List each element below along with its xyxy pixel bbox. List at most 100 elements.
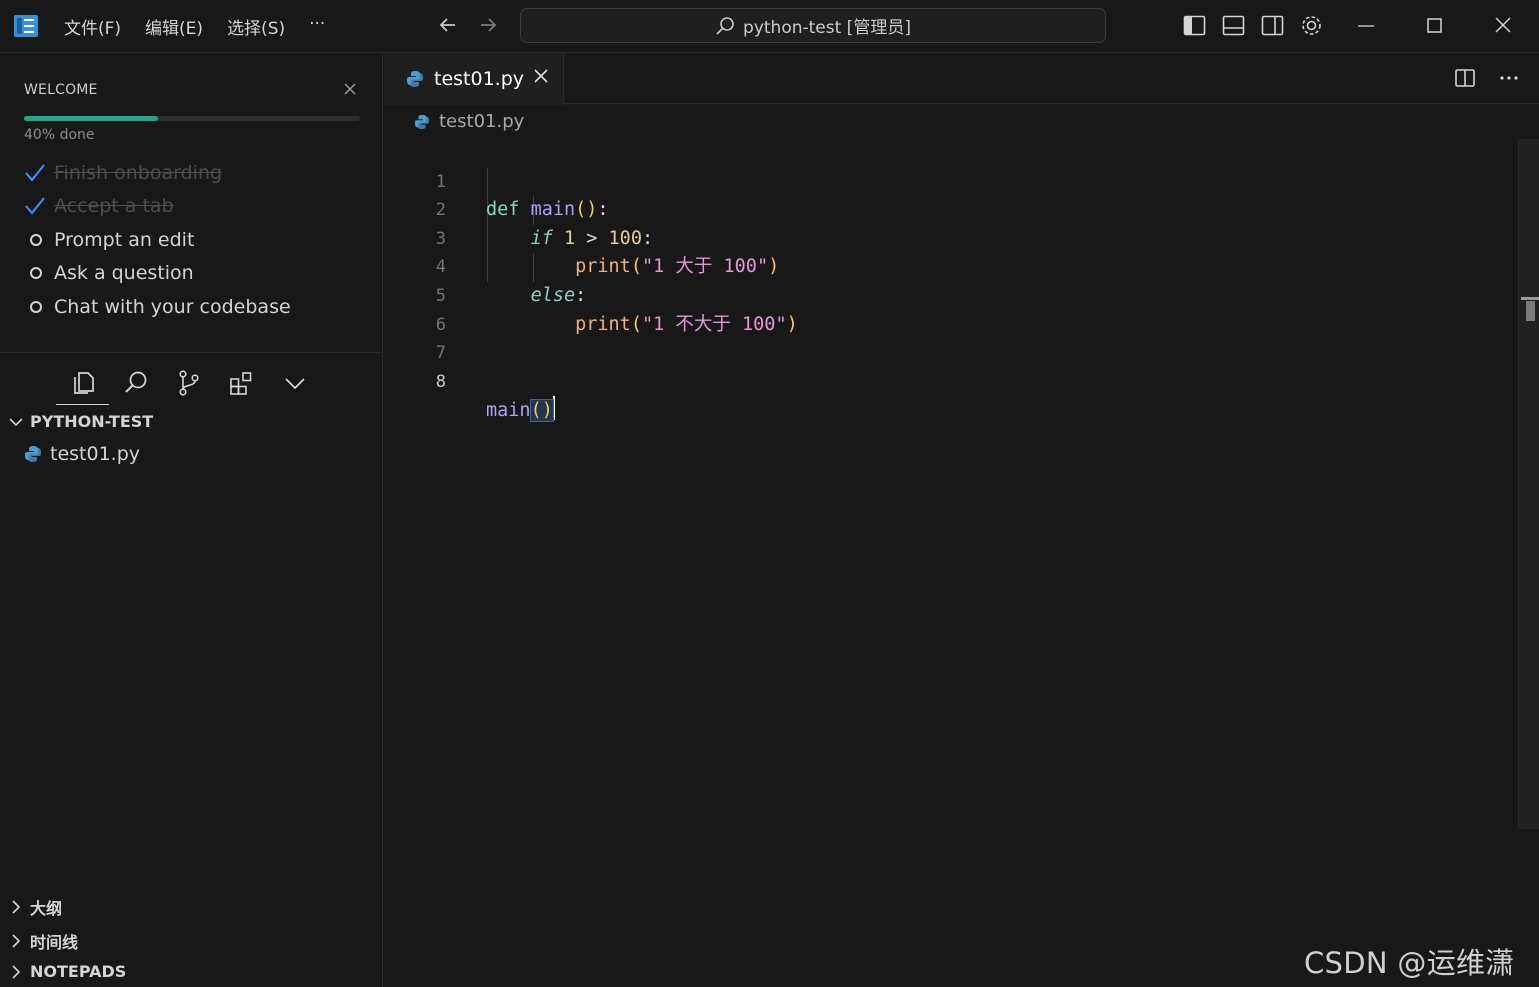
step-label: Prompt an edit: [54, 228, 195, 251]
command-center[interactable]: python-test [管理员]: [520, 8, 1106, 43]
source-control-icon: [178, 370, 199, 396]
circle-icon: [30, 300, 42, 313]
code-line: 6: [384, 282, 1518, 335]
scrollbar-cursor-marker: [1521, 297, 1539, 300]
timeline-section-header[interactable]: 时间线: [8, 929, 78, 953]
section-label: NOTEPADS: [30, 962, 127, 981]
explorer-project-header[interactable]: PYTHON-TEST: [8, 412, 153, 431]
chevron-right-icon: [12, 934, 21, 948]
step-label: Accept a tab: [54, 195, 174, 218]
menu-edit[interactable]: 编辑(E): [145, 14, 203, 39]
explorer-tab[interactable]: [56, 361, 109, 405]
code-line-active: 8 main(): [384, 339, 1518, 423]
circle-icon: [30, 267, 42, 280]
code-line: 4 else:: [384, 225, 1518, 306]
split-editor-icon[interactable]: [1454, 67, 1476, 89]
notepads-section-header[interactable]: NOTEPADS: [8, 962, 126, 981]
editor-tab-bar: test01.py: [384, 53, 1539, 105]
extensions-tab[interactable]: [215, 361, 268, 405]
layout-controls: [1182, 13, 1324, 38]
code-line: 3 print("1 大于 100"): [384, 196, 1518, 278]
back-button[interactable]: [437, 14, 459, 41]
breadcrumb-file: test01.py: [439, 111, 525, 132]
breadcrumb[interactable]: test01.py: [414, 111, 524, 132]
arrow-right-icon: [481, 18, 497, 32]
project-name: PYTHON-TEST: [30, 412, 154, 431]
toggle-secondary-sidebar-icon[interactable]: [1260, 13, 1285, 38]
progress-fill: [24, 116, 159, 121]
file-name: test01.py: [50, 443, 141, 465]
arrow-left-icon: [439, 18, 455, 32]
search-tab[interactable]: [109, 361, 162, 405]
file-tree-item[interactable]: test01.py: [24, 443, 140, 465]
chevron-down-icon: [284, 378, 305, 390]
scrollbar-thumb[interactable]: [1526, 301, 1535, 321]
welcome-title: WELCOME: [24, 82, 98, 98]
step-finish-onboarding[interactable]: Finish onboarding: [24, 156, 291, 190]
search-icon: [716, 16, 734, 35]
python-file-icon: [25, 446, 41, 462]
outline-section-header[interactable]: 大纲: [8, 895, 62, 919]
extensions-icon: [229, 372, 251, 395]
files-icon: [73, 371, 94, 394]
code-editor[interactable]: 1 def main(): 2 if 1 > 100: 3 print("1 大…: [384, 139, 1518, 423]
search-icon: [124, 371, 146, 393]
onboarding-steps: Finish onboarding Accept a tab Prompt an…: [24, 156, 291, 324]
code-token: main: [486, 400, 531, 422]
progress-text: 40% done: [24, 127, 95, 143]
chevron-right-icon: [12, 900, 21, 914]
toggle-panel-icon[interactable]: [1221, 13, 1246, 38]
section-label: 大纲: [30, 899, 63, 918]
minimize-icon: [1358, 25, 1374, 27]
editor-area: test01.py test01.py 1 def main(): 2 if 1…: [384, 53, 1539, 987]
menu-file[interactable]: 文件(F): [64, 14, 121, 39]
app-logo-icon: [14, 15, 38, 37]
code-line: 5 print("1 不大于 100"): [384, 253, 1518, 335]
watermark: CSDN @运维潇哥: [1304, 946, 1515, 980]
forward-button[interactable]: [477, 14, 499, 41]
more-actions-icon[interactable]: [1498, 67, 1520, 89]
maximize-button[interactable]: [1426, 14, 1444, 42]
menu-more[interactable]: ···: [309, 14, 325, 39]
code-line: 1 def main():: [384, 139, 1518, 221]
welcome-progress-bar: [24, 116, 360, 121]
text-cursor: [552, 396, 555, 421]
step-prompt-edit[interactable]: Prompt an edit: [24, 223, 291, 257]
maximize-icon: [1427, 18, 1442, 33]
gear-icon[interactable]: [1299, 13, 1324, 38]
step-label: Finish onboarding: [54, 161, 223, 184]
close-icon: [344, 83, 356, 95]
tab-label: test01.py: [434, 68, 525, 90]
editor-actions: [1454, 67, 1520, 89]
command-center-label: python-test [管理员]: [743, 18, 911, 38]
close-window-button[interactable]: [1494, 14, 1512, 42]
python-file-icon: [407, 71, 423, 87]
step-chat-codebase[interactable]: Chat with your codebase: [24, 290, 291, 324]
step-label: Ask a question: [54, 262, 194, 285]
source-control-tab[interactable]: [162, 361, 215, 405]
python-file-icon: [414, 114, 430, 129]
step-label: Chat with your codebase: [54, 295, 291, 318]
step-accept-tab[interactable]: Accept a tab: [24, 190, 291, 224]
minimize-button[interactable]: [1357, 14, 1375, 42]
close-icon: [1495, 17, 1511, 33]
menu-bar: 文件(F) 编辑(E) 选择(S) ···: [64, 14, 325, 39]
toggle-primary-sidebar-icon[interactable]: [1182, 13, 1207, 38]
code-line: 2 if 1 > 100:: [384, 168, 1518, 249]
line-number: 8: [435, 371, 446, 392]
section-label: 时间线: [30, 933, 79, 952]
step-ask-question[interactable]: Ask a question: [24, 257, 291, 291]
code-line: 7: [384, 311, 1518, 363]
sidebar: WELCOME 40% done Finish onboarding Accep…: [0, 53, 383, 987]
sidebar-divider: [0, 352, 383, 353]
chevron-down-icon: [9, 417, 23, 426]
vertical-scrollbar[interactable]: [1518, 139, 1539, 829]
check-icon: [25, 164, 45, 182]
chevron-right-icon: [12, 964, 21, 979]
activity-bar: [56, 361, 321, 405]
circle-icon: [30, 233, 42, 246]
welcome-close-button[interactable]: [343, 80, 357, 101]
tab-close-button[interactable]: [532, 66, 550, 90]
more-views-button[interactable]: [268, 361, 321, 405]
menu-selection[interactable]: 选择(S): [227, 14, 285, 39]
